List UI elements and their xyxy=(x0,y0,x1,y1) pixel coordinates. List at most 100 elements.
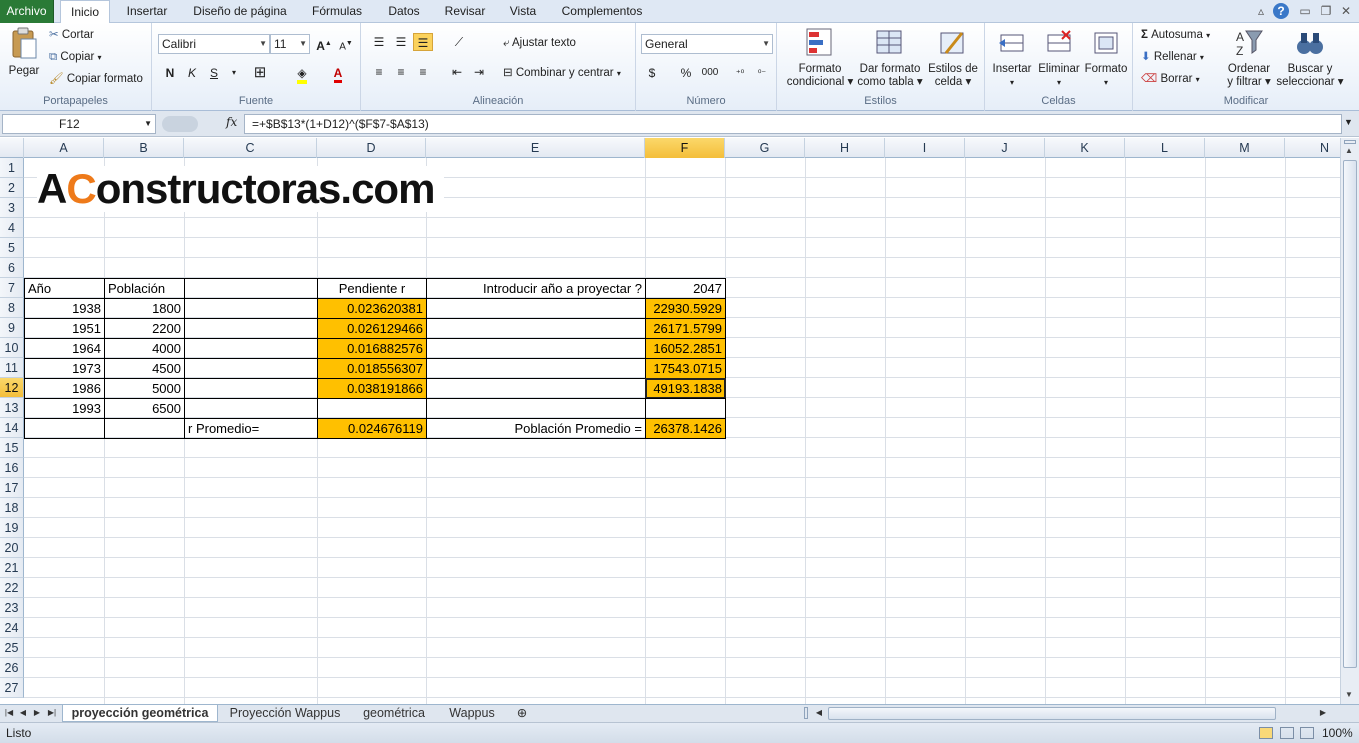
cell-b9[interactable]: 2200 xyxy=(104,318,185,339)
vertical-scrollbar[interactable]: ▲ ▼ xyxy=(1340,138,1359,704)
tab-formulas[interactable]: Fórmulas xyxy=(307,0,367,23)
align-bottom-icon[interactable]: ☰ xyxy=(413,33,433,51)
row-header-16[interactable]: 16 xyxy=(0,458,24,478)
row-header-27[interactable]: 27 xyxy=(0,678,24,698)
sheet-tab-proyeccion-wappus[interactable]: Proyección Wappus xyxy=(222,705,348,722)
normal-view-icon[interactable] xyxy=(1259,727,1273,739)
font-size-combo[interactable]: 11 ▼ xyxy=(270,34,310,54)
row-header-26[interactable]: 26 xyxy=(0,658,24,678)
cell-b11[interactable]: 4500 xyxy=(104,358,185,379)
page-layout-icon[interactable] xyxy=(1280,727,1294,739)
restore-icon[interactable]: ❐ xyxy=(1318,4,1334,18)
horizontal-scroll-thumb[interactable] xyxy=(828,707,1276,720)
row-header-13[interactable]: 13 xyxy=(0,398,24,418)
shrink-font-button[interactable]: A▼ xyxy=(336,35,356,53)
column-header-g[interactable]: G xyxy=(725,138,805,158)
minimize-icon[interactable]: ▭ xyxy=(1297,4,1313,18)
row-header-18[interactable]: 18 xyxy=(0,498,24,518)
cell-a10[interactable]: 1964 xyxy=(24,338,105,359)
tab-split-handle[interactable] xyxy=(804,707,808,719)
row-header-10[interactable]: 10 xyxy=(0,338,24,358)
worksheet-grid[interactable]: A B C D E F G H I J K L M N 1 2 3 4 5 6 7 8 9 10 1… xyxy=(0,138,1340,704)
align-middle-icon[interactable]: ☰ xyxy=(391,33,411,51)
find-select-button[interactable]: Buscar y seleccionar ▾ xyxy=(1275,27,1345,89)
tab-insertar[interactable]: Insertar xyxy=(119,0,175,23)
cell-c8[interactable] xyxy=(184,298,318,319)
tab-archivo[interactable]: Archivo xyxy=(0,0,54,23)
cell-e11[interactable] xyxy=(426,358,646,379)
sheet-tab-wappus[interactable]: Wappus xyxy=(440,705,504,722)
format-as-table-button[interactable]: Dar formato como tabla ▾ xyxy=(857,27,923,89)
select-all-corner[interactable] xyxy=(0,138,24,158)
cell-c11[interactable] xyxy=(184,358,318,379)
column-header-f[interactable]: F xyxy=(645,138,725,158)
orientation-icon[interactable]: ⟋ xyxy=(449,33,469,51)
cell-b14[interactable] xyxy=(104,418,185,439)
cell-f12[interactable]: 49193.1838 xyxy=(645,378,726,399)
cell-f13[interactable] xyxy=(645,398,726,419)
tab-diseno-pagina[interactable]: Diseño de página xyxy=(186,0,294,23)
row-header-15[interactable]: 15 xyxy=(0,438,24,458)
sort-filter-button[interactable]: AZ Ordenar y filtrar ▾ xyxy=(1225,27,1273,89)
cell-b7[interactable]: Población xyxy=(104,278,185,299)
collapse-ribbon-icon[interactable]: ▵ xyxy=(1253,4,1269,18)
column-header-m[interactable]: M xyxy=(1205,138,1285,158)
vertical-scroll-thumb[interactable] xyxy=(1343,160,1357,668)
row-header-1[interactable]: 1 xyxy=(0,158,24,178)
row-header-20[interactable]: 20 xyxy=(0,538,24,558)
font-name-combo[interactable]: Calibri ▼ xyxy=(158,34,270,54)
percent-button[interactable]: % xyxy=(676,64,696,82)
cell-d12[interactable]: 0.038191866 xyxy=(317,378,427,399)
align-right-icon[interactable]: ≡ xyxy=(413,63,433,81)
bold-button[interactable]: N xyxy=(160,64,180,82)
insert-sheet-icon[interactable]: ⊕ xyxy=(512,705,532,722)
column-header-i[interactable]: I xyxy=(885,138,965,158)
borders-icon[interactable]: ⊞ xyxy=(250,64,270,82)
cell-a12[interactable]: 1986 xyxy=(24,378,105,399)
row-header-5[interactable]: 5 xyxy=(0,238,24,258)
tab-vista[interactable]: Vista xyxy=(503,0,543,23)
cell-d10[interactable]: 0.016882576 xyxy=(317,338,427,359)
cell-d14[interactable]: 0.024676119 xyxy=(317,418,427,439)
column-header-h[interactable]: H xyxy=(805,138,885,158)
cell-d13[interactable] xyxy=(317,398,427,419)
conditional-format-button[interactable]: Formato condicional ▾ xyxy=(783,27,857,89)
scroll-up-icon[interactable]: ▲ xyxy=(1345,146,1353,155)
align-center-icon[interactable]: ≡ xyxy=(391,63,411,81)
column-header-e[interactable]: E xyxy=(426,138,645,158)
name-box[interactable]: F12 ▼ xyxy=(2,114,156,134)
thousands-button[interactable]: 000 xyxy=(698,64,722,82)
tab-revisar[interactable]: Revisar xyxy=(441,0,489,23)
paste-button[interactable]: Pegar xyxy=(4,27,44,85)
column-header-k[interactable]: K xyxy=(1045,138,1125,158)
cell-e8[interactable] xyxy=(426,298,646,319)
align-top-icon[interactable]: ☰ xyxy=(369,33,389,51)
font-color-icon[interactable]: A xyxy=(328,64,348,83)
prev-sheet-icon[interactable]: ◀ xyxy=(18,705,28,722)
column-header-d[interactable]: D xyxy=(317,138,426,158)
number-format-combo[interactable]: General ▼ xyxy=(641,34,773,54)
currency-button[interactable]: $ xyxy=(642,64,662,82)
wrap-text-button[interactable]: ⤶ Ajustar texto xyxy=(503,35,576,51)
decrease-indent-icon[interactable]: ⇤ xyxy=(447,63,467,81)
cell-d8[interactable]: 0.023620381 xyxy=(317,298,427,319)
align-left-icon[interactable]: ≡ xyxy=(369,63,389,81)
italic-button[interactable]: K xyxy=(182,64,202,82)
row-header-2[interactable]: 2 xyxy=(0,178,24,198)
cell-e14[interactable]: Población Promedio = xyxy=(426,418,646,439)
cell-e13[interactable] xyxy=(426,398,646,419)
row-header-4[interactable]: 4 xyxy=(0,218,24,238)
clear-button[interactable]: ⌫ Borrar ▾ xyxy=(1141,71,1200,88)
row-header-23[interactable]: 23 xyxy=(0,598,24,618)
help-icon[interactable]: ? xyxy=(1273,3,1289,19)
insert-function-icon[interactable]: fx xyxy=(226,115,237,129)
column-header-b[interactable]: B xyxy=(104,138,184,158)
column-header-c[interactable]: C xyxy=(184,138,317,158)
row-header-17[interactable]: 17 xyxy=(0,478,24,498)
format-cells-button[interactable]: Formato ▾ xyxy=(1083,27,1129,89)
row-header-11[interactable]: 11 xyxy=(0,358,24,378)
cell-a9[interactable]: 1951 xyxy=(24,318,105,339)
autosum-button[interactable]: Σ Autosuma ▾ xyxy=(1141,27,1210,44)
cell-e9[interactable] xyxy=(426,318,646,339)
tab-datos[interactable]: Datos xyxy=(381,0,427,23)
